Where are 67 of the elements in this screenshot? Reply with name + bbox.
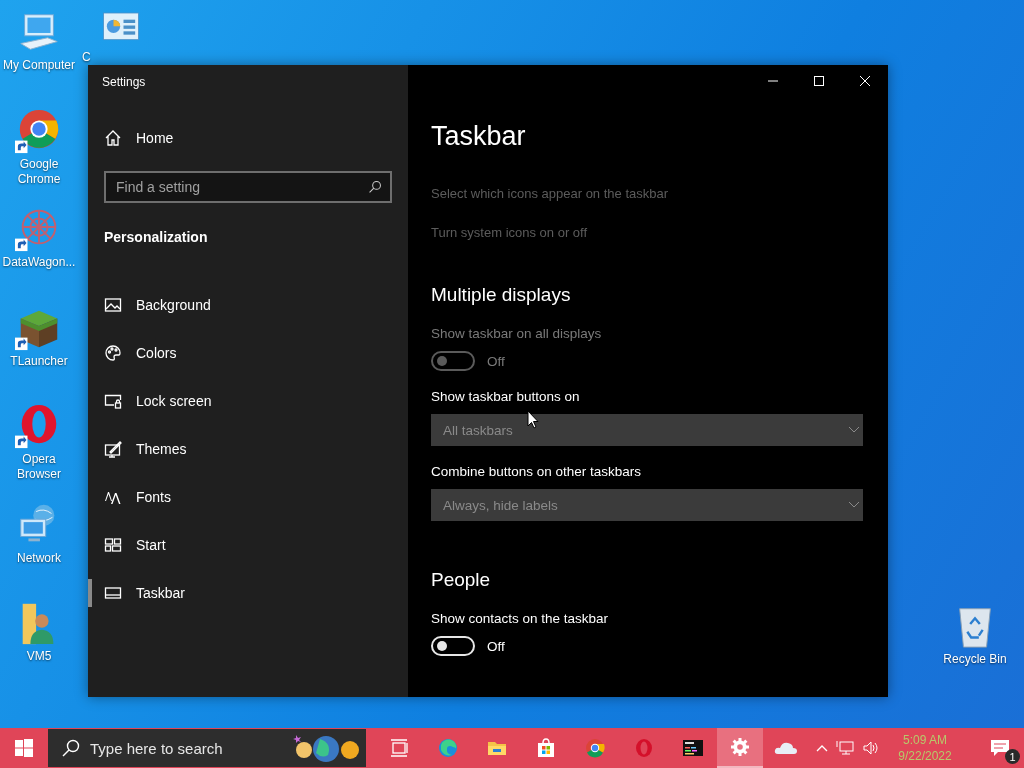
section-heading: Multiple displays: [431, 284, 571, 307]
icon-label: Google Chrome: [16, 156, 62, 187]
nav-label: Start: [136, 537, 166, 553]
search-field[interactable]: Find a setting: [104, 171, 392, 203]
search-icon: [62, 739, 80, 757]
cursor-icon: [527, 410, 539, 429]
icon-label: VM5: [25, 649, 53, 664]
nav-label: Background: [136, 297, 211, 313]
nav-label: Fonts: [136, 489, 171, 505]
page-title: Taskbar: [431, 121, 527, 153]
nav-label: Home: [136, 130, 174, 146]
chevron-icon: [849, 427, 859, 433]
browser-icon: [436, 738, 459, 758]
background-icon: [104, 296, 122, 314]
icon-label: TLauncher: [9, 353, 69, 369]
search-input[interactable]: Find a setting: [116, 179, 368, 195]
notification-count: 1: [1005, 749, 1020, 764]
maximize-icon: [814, 76, 824, 86]
taskbar-icon: [104, 584, 122, 602]
nav-item[interactable]: Fonts: [88, 473, 408, 521]
setting-label: Show contacts on the taskbar: [431, 611, 609, 626]
icon-label: Recycle Bin: [942, 652, 1008, 667]
nav-item[interactable]: Lock screen: [88, 377, 408, 425]
nav-item[interactable]: Background: [88, 281, 408, 329]
setting-label: Show taskbar buttons on: [431, 389, 580, 404]
nav-item[interactable]: Start: [88, 521, 408, 569]
setting-label: Show taskbar on all displays: [431, 326, 602, 341]
nav-item[interactable]: Themes: [88, 425, 408, 473]
icon-label: Network: [16, 550, 62, 566]
network-icon[interactable]: [836, 740, 854, 756]
icon-label: Opera Browser: [16, 452, 62, 482]
toggle-state: Off: [487, 353, 505, 369]
nav-item[interactable]: Home: [88, 113, 408, 163]
icon-label: C: [82, 50, 91, 65]
windows-logo-icon: [15, 739, 33, 757]
section-title: Personalization: [104, 229, 209, 245]
nav-item[interactable]: Colors: [88, 329, 408, 377]
window-title: Settings: [102, 75, 147, 91]
lock-icon: [104, 392, 122, 410]
colors-icon: [104, 344, 122, 362]
section-heading: People: [431, 569, 491, 592]
close-icon: [860, 76, 870, 86]
icon-label: My Computer: [2, 58, 76, 73]
icon-label: DataWagon...: [1, 255, 77, 270]
search-input[interactable]: Type here to search: [90, 739, 240, 757]
settings-icon: [729, 737, 751, 757]
volume-icon[interactable]: [862, 740, 880, 756]
cloud-icon[interactable]: [774, 741, 798, 755]
browser-icon: [583, 738, 606, 758]
notifications-button[interactable]: 1: [976, 728, 1024, 768]
setting-label: Combine buttons on other taskbars: [431, 464, 642, 479]
search-icon: [368, 180, 382, 194]
nav-label: Colors: [136, 345, 177, 361]
planets-icon: [292, 733, 362, 763]
nav-label: Taskbar: [136, 585, 186, 601]
chevron-up-icon[interactable]: [816, 744, 828, 752]
nav-label: Themes: [136, 441, 187, 457]
nav-item[interactable]: Taskbar: [88, 569, 408, 617]
start-icon: [104, 536, 122, 554]
message-icon: [990, 739, 1010, 757]
themes-icon: [104, 440, 122, 458]
terminal-icon: [681, 738, 704, 758]
taskbar-search-field[interactable]: Type here to search: [48, 729, 366, 767]
chevron-icon: [849, 502, 859, 508]
home-icon: [104, 129, 122, 147]
toggle-state: Off: [487, 638, 505, 654]
nav-label: Lock screen: [136, 393, 212, 409]
